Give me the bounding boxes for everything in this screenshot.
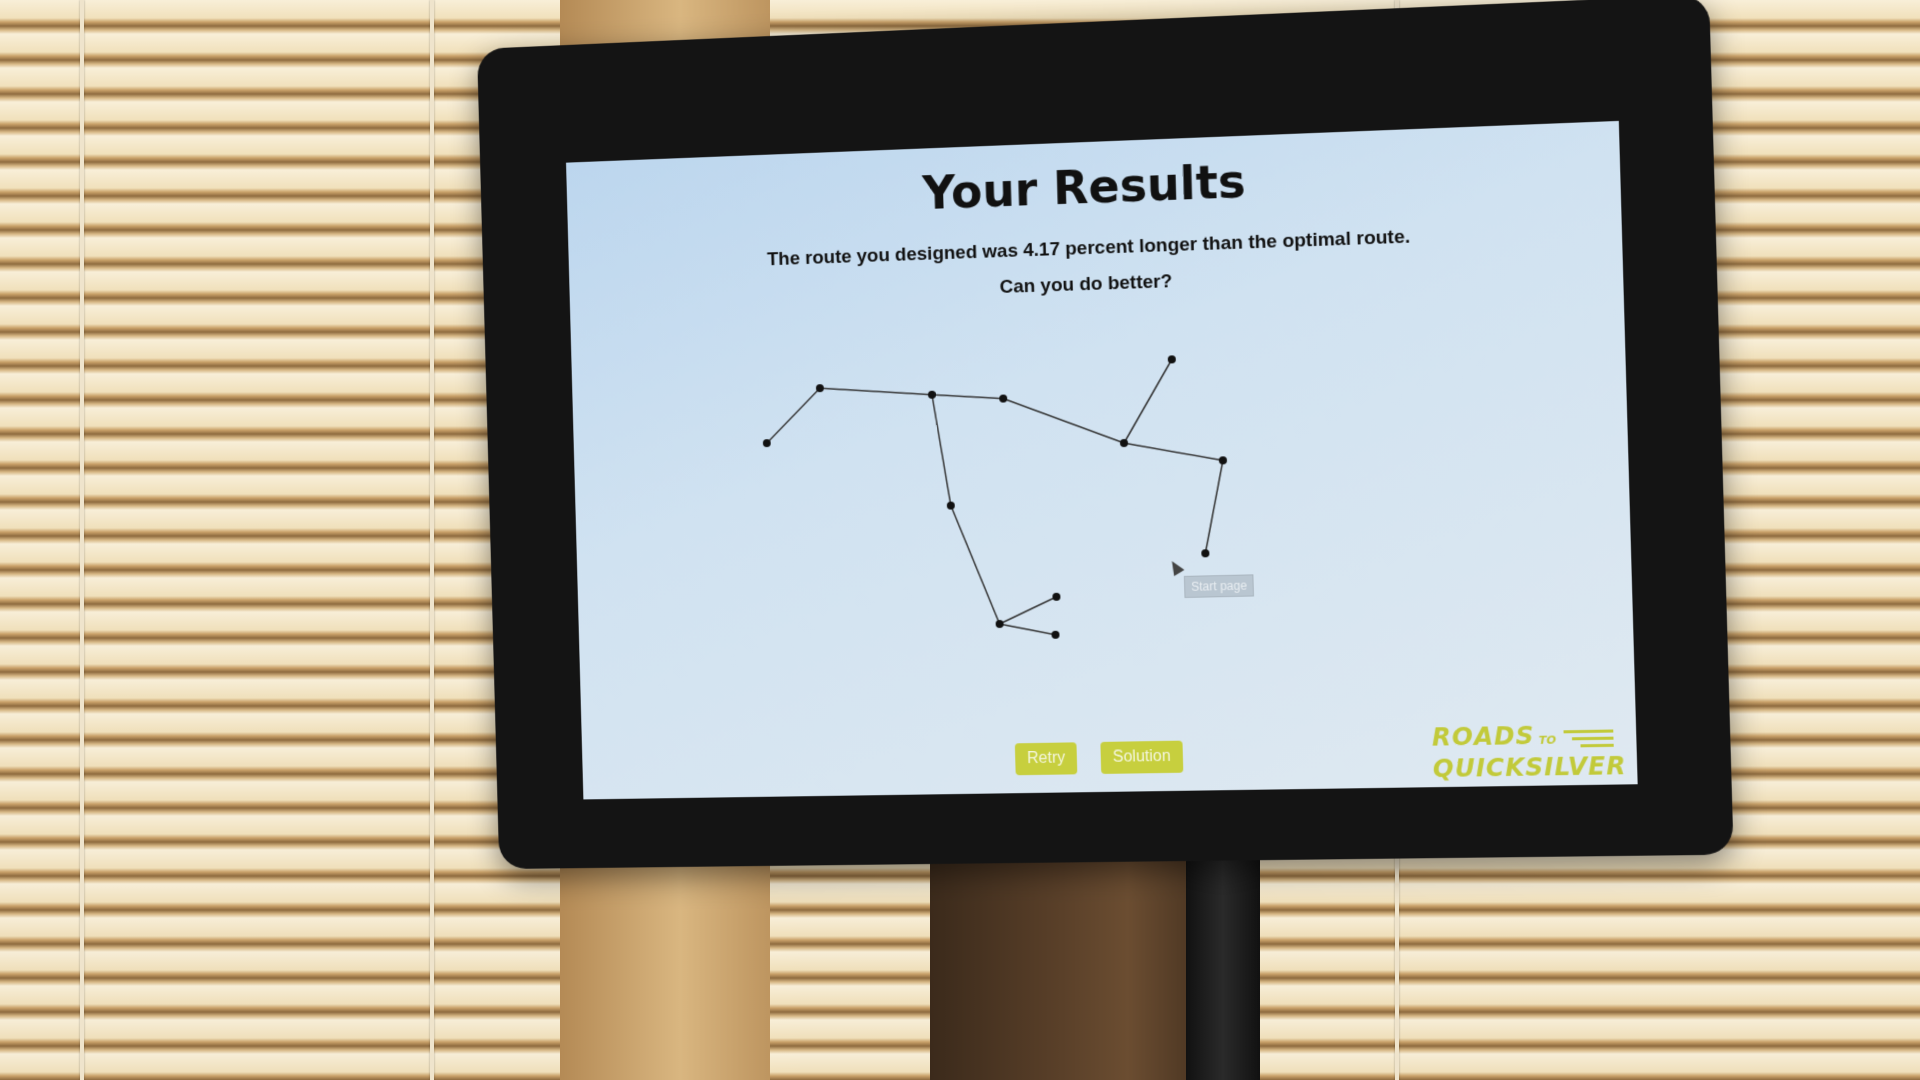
route-edge [820,385,932,398]
blind-cord [80,0,84,1080]
logo-word-to: TO [1538,733,1557,747]
route-edge [1203,460,1226,553]
retry-button[interactable]: Retry [1014,742,1078,776]
route-node [1051,630,1060,639]
route-node [1052,592,1061,601]
route-node [946,501,955,510]
route-node [995,619,1004,629]
solution-button[interactable]: Solution [1100,740,1184,774]
tooltip: Start page [1183,574,1255,598]
route-node [927,390,937,399]
route-edge [1000,623,1056,636]
route-map [566,355,1638,800]
route-edge [932,394,951,506]
logo-word-roads: ROADS [1431,721,1535,752]
route-edge [1003,395,1124,446]
route-edge [1122,359,1174,443]
route-node [999,394,1008,403]
route-node [1167,355,1176,364]
route-nodes [762,355,1228,639]
route-node [1218,456,1228,465]
blind-cord [430,0,434,1080]
roads-to-quicksilver-logo: ROADS TO QUICKSILVER [1431,721,1627,784]
speed-lines-icon [1563,729,1614,751]
logo-word-quicksilver: QUICKSILVER [1432,751,1627,784]
route-edge [999,597,1057,624]
route-edge [932,393,1003,401]
route-edge [765,388,821,443]
monitor-mount-arm [1186,855,1260,1080]
route-node [1119,438,1129,448]
results-screen: Your Results The route you designed was … [566,120,1638,800]
route-edge [951,504,1000,624]
monitor: Your Results The route you designed was … [477,0,1734,870]
route-node [1201,549,1210,558]
route-edges [765,358,1228,641]
route-edge [1124,440,1223,463]
